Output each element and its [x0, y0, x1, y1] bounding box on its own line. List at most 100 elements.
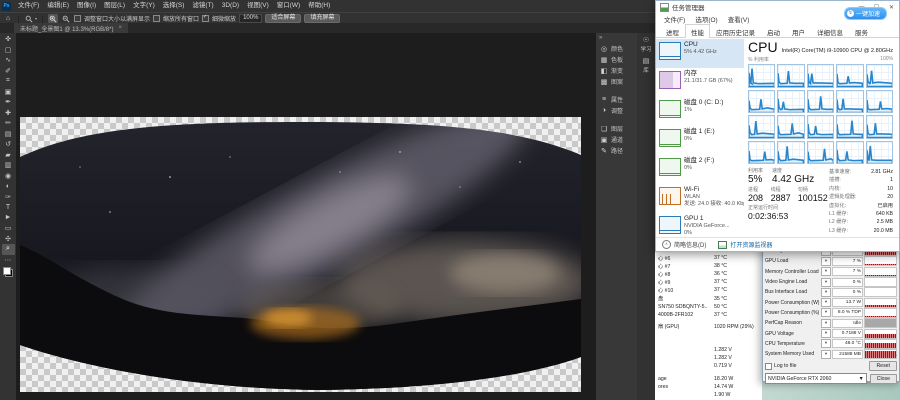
- reset-button[interactable]: Reset: [869, 361, 897, 371]
- panel-button[interactable]: ❏ 图层: [596, 123, 637, 134]
- tool-button[interactable]: ✚: [2, 108, 15, 119]
- side-panel-button[interactable]: ▤ 库: [643, 57, 650, 74]
- menu-item[interactable]: 文件(F): [659, 14, 690, 24]
- sidebar-item[interactable]: 磁盘 0 (C: D:) 1%: [656, 97, 744, 126]
- panel-button[interactable]: ✎ 路径: [596, 145, 637, 156]
- tool-button[interactable]: ↺: [2, 139, 15, 150]
- close-button[interactable]: Close: [870, 374, 897, 384]
- menu-item[interactable]: 图层(L): [100, 0, 129, 12]
- chevron-down-icon[interactable]: ▼: [821, 298, 831, 307]
- chevron-down-icon[interactable]: ▼: [821, 319, 831, 328]
- tool-button[interactable]: ✣: [2, 234, 15, 245]
- expand-panels-icon[interactable]: »: [596, 35, 637, 43]
- menu-item[interactable]: 视图(V): [243, 0, 273, 12]
- scroll-down-icon[interactable]: ˅: [895, 353, 897, 358]
- panel-button[interactable]: ◧ 渐变: [596, 65, 637, 76]
- panel-button[interactable]: ▩ 图案: [596, 76, 637, 87]
- chevron-down-icon[interactable]: ▼: [821, 288, 831, 297]
- gpu-device-dropdown[interactable]: NVIDIA GeForce RTX 2060 ▼: [765, 373, 867, 384]
- sidebar-item[interactable]: Wi-Fi WLAN 发送: 24.0 接收: 40.0 Kbps: [656, 184, 744, 213]
- tool-button[interactable]: ▥: [2, 160, 15, 171]
- menu-item[interactable]: 文字(Y): [129, 0, 159, 12]
- panel-button[interactable]: ▣ 通道: [596, 134, 637, 145]
- sidebar-item[interactable]: 磁盘 2 (F:) 0%: [656, 155, 744, 184]
- sidebar-item[interactable]: 磁盘 1 (E:) 0%: [656, 126, 744, 155]
- tool-button[interactable]: ▤: [2, 129, 15, 140]
- document-tab[interactable]: 未标题_全景图1 @ 13.3%(RGB/8*) ×: [14, 23, 128, 33]
- tab[interactable]: 用户: [786, 24, 811, 38]
- tool-button[interactable]: ▢: [2, 45, 15, 56]
- tool-button[interactable]: ▰: [2, 150, 15, 161]
- menu-item[interactable]: 帮助(H): [304, 0, 334, 12]
- sidebar-item[interactable]: 内存 21.1/31.7 GB (67%): [656, 68, 744, 97]
- panel-button[interactable]: ▦ 色板: [596, 54, 637, 65]
- tab[interactable]: 应用历史记录: [710, 24, 761, 38]
- tool-button[interactable]: ◉: [2, 171, 15, 182]
- tool-button[interactable]: ⌗: [2, 76, 15, 87]
- menu-item[interactable]: 查看(V): [723, 14, 755, 24]
- tool-button[interactable]: T: [2, 202, 15, 213]
- tool-button[interactable]: ▭: [2, 223, 15, 234]
- gpuz-sensor-label: System Memory Used: [765, 351, 820, 357]
- sidebar-item-detail2: 发送: 24.0 接收: 40.0 Kbps: [684, 201, 742, 208]
- chevron-down-icon[interactable]: ▼: [821, 350, 831, 359]
- tab[interactable]: 服务: [849, 24, 874, 38]
- tool-button[interactable]: ◐: [2, 181, 15, 192]
- zoom-all-windows-checkbox[interactable]: [153, 15, 160, 22]
- sensor-label: SN750 SDBQNTY-5..: [658, 304, 714, 310]
- chevron-down-icon[interactable]: ▼: [821, 329, 831, 338]
- gpuz-sensor-value: 7 %: [832, 257, 863, 266]
- panel-button[interactable]: ≡ 属性: [596, 94, 637, 105]
- chevron-down-icon[interactable]: ▼: [821, 278, 831, 287]
- boost-button[interactable]: ↯ 一键加速: [844, 7, 887, 20]
- tab[interactable]: 性能: [685, 24, 710, 38]
- fit-screen-button[interactable]: 适合屏幕: [265, 14, 301, 23]
- chevron-down-icon[interactable]: ▼: [821, 267, 831, 276]
- zoom-value-field[interactable]: 100%: [239, 14, 262, 23]
- foreground-background-colors[interactable]: [3, 267, 13, 277]
- menu-item[interactable]: 窗口(W): [273, 0, 304, 12]
- menu-item[interactable]: 3D(D): [218, 0, 243, 12]
- tab[interactable]: 进程: [660, 24, 685, 38]
- panel-button[interactable]: ◎ 颜色: [596, 43, 637, 54]
- menu-item[interactable]: 选项(O): [690, 14, 722, 24]
- chevron-down-icon[interactable]: ▼: [821, 257, 831, 266]
- scrubby-zoom-checkbox[interactable]: [202, 15, 209, 22]
- log-to-file-checkbox[interactable]: [765, 363, 772, 370]
- tool-button[interactable]: ∿: [2, 55, 15, 66]
- tool-button[interactable]: ⌕: [2, 244, 15, 255]
- close-icon[interactable]: ×: [118, 25, 122, 31]
- panel-button[interactable]: ◑ 调整: [596, 105, 637, 116]
- fill-screen-button[interactable]: 填充屏幕: [304, 14, 340, 23]
- chevron-down-icon[interactable]: ▼: [821, 308, 831, 317]
- zoom-out-icon[interactable]: [61, 14, 71, 23]
- tool-button[interactable]: ▣: [2, 87, 15, 98]
- menu-item[interactable]: 编辑(E): [43, 0, 73, 12]
- tab[interactable]: 启动: [761, 24, 786, 38]
- resize-windows-checkbox[interactable]: [74, 15, 81, 22]
- side-panel-button[interactable]: ☉ 学习: [640, 36, 651, 53]
- zoom-in-icon[interactable]: [48, 14, 58, 23]
- separator: [42, 15, 43, 23]
- menu-item[interactable]: 选择(S): [159, 0, 189, 12]
- fewer-details-link[interactable]: ∧ 简略信息(D): [662, 240, 706, 249]
- tool-button[interactable]: ✏: [2, 118, 15, 129]
- menu-item[interactable]: 滤镜(T): [188, 0, 217, 12]
- sidebar-item[interactable]: GPU 1 NVIDIA GeForce... 0%: [656, 213, 744, 238]
- foreground-color-chip[interactable]: [3, 267, 11, 275]
- tool-button[interactable]: ►: [2, 213, 15, 224]
- tab[interactable]: 详细信息: [811, 24, 849, 38]
- tool-button[interactable]: ⋯: [2, 255, 15, 266]
- tool-button[interactable]: ✒: [2, 97, 15, 108]
- zoom-tool-icon[interactable]: [24, 14, 34, 23]
- home-icon[interactable]: ⌂: [3, 14, 13, 23]
- sidebar-item[interactable]: CPU 5% 4.42 GHz: [656, 39, 744, 68]
- menu-item[interactable]: 图像(I): [73, 0, 100, 12]
- tool-button[interactable]: ✜: [2, 34, 15, 45]
- menu-item[interactable]: 文件(F): [14, 0, 43, 12]
- tool-button[interactable]: ✑: [2, 192, 15, 203]
- open-resource-monitor-link[interactable]: 打开资源监视器: [718, 240, 772, 249]
- panel-icon: ❏: [600, 125, 608, 133]
- chevron-down-icon[interactable]: ▼: [821, 339, 831, 348]
- tool-button[interactable]: ✐: [2, 66, 15, 77]
